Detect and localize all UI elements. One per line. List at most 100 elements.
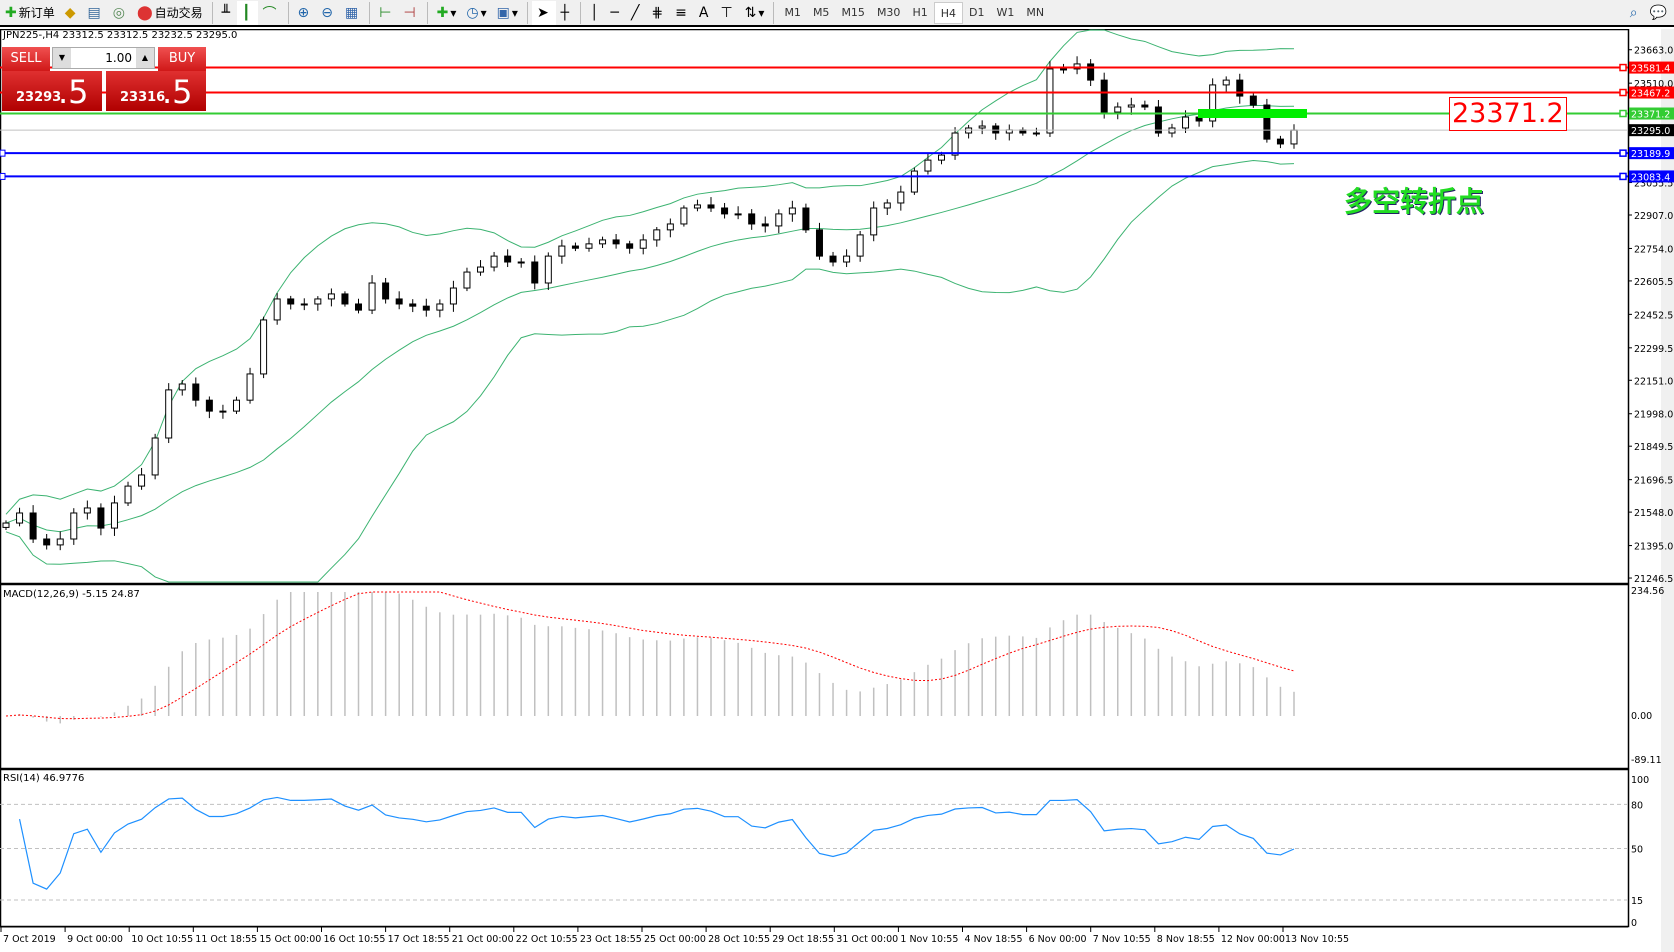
chart-shift-button[interactable]: ⊢ <box>374 1 398 25</box>
timeframe-w1[interactable]: W1 <box>990 2 1020 24</box>
signals-button[interactable]: ◎ <box>108 1 132 25</box>
candle <box>748 209 756 230</box>
sell-button[interactable]: SELL <box>2 47 50 71</box>
buy-price-tile[interactable]: 23316 .5 <box>106 71 206 111</box>
candle-body <box>219 410 227 413</box>
candle-body <box>748 213 756 225</box>
candlestick-button[interactable]: ┃ <box>237 0 258 25</box>
indicators-icon: ✚ <box>436 4 449 21</box>
candle <box>260 316 268 379</box>
tile-windows-button[interactable]: ▦ <box>340 1 365 25</box>
pivot-annotation[interactable]: 多空转折点 <box>1344 180 1484 220</box>
candle <box>192 377 200 407</box>
candle-body <box>151 437 159 476</box>
toolbar: ✚ 新订单 ◆ ▤ ◎ ⬤ 自动交易 ╨ ┃ ⌒ ⊕ ⊖ ▦ ⊢ ⊣ ✚ ▾ ◷ ▾ ▣… <box>0 0 1674 27</box>
candle-body <box>300 303 308 306</box>
candle-body <box>1290 129 1298 145</box>
candle-body <box>856 234 864 257</box>
candle-body <box>653 229 661 241</box>
fibonacci-button[interactable]: ⋕ <box>646 1 670 25</box>
timeframe-m30[interactable]: M30 <box>871 2 907 24</box>
price-tag-23467.2: 23467.2 <box>1631 89 1670 100</box>
line-chart-button[interactable]: ⌒ <box>258 1 284 25</box>
candle-body <box>1154 106 1162 134</box>
candle <box>1127 97 1135 115</box>
timeframe-m1[interactable]: M1 <box>778 2 807 24</box>
candle-body <box>287 298 295 305</box>
horizontal-line-button[interactable]: ─ <box>606 1 626 25</box>
cursor-button[interactable]: ➤ <box>531 0 556 25</box>
candle-body <box>355 303 363 311</box>
timeframe-h1[interactable]: H1 <box>906 2 933 24</box>
candle-body <box>1100 79 1108 113</box>
candle <box>1209 78 1217 128</box>
macd-tick-label: 0.00 <box>1631 711 1652 722</box>
fibo-lines-button[interactable]: ≡ <box>670 1 694 25</box>
zoom-out-button[interactable]: ⊖ <box>316 1 340 25</box>
indicators-button[interactable]: ✚ ▾ <box>432 1 462 25</box>
search-icon: ⌕ <box>1629 4 1638 21</box>
vertical-line-button[interactable]: │ <box>585 1 605 25</box>
price-tick-label: 21246.5 <box>1634 574 1673 585</box>
timeframe-mn[interactable]: MN <box>1020 2 1050 24</box>
price-label-23371[interactable]: 23371.2 <box>1449 97 1567 131</box>
lot-size-input[interactable]: 1.00 <box>71 48 136 68</box>
bollinger-lower-band <box>5 159 1295 583</box>
new-order-icon: ✚ <box>5 4 17 21</box>
periods-button[interactable]: ◷ ▾ <box>461 1 491 25</box>
candle-body <box>382 282 390 300</box>
candle-body <box>829 255 837 263</box>
zoom-in-button[interactable]: ⊕ <box>293 1 317 25</box>
chat-button[interactable]: 💬 <box>1645 1 1674 25</box>
candle <box>273 293 281 325</box>
lot-increase-button[interactable]: ▲ <box>136 48 154 68</box>
lot-size-stepper[interactable]: ▼ 1.00 ▲ <box>52 47 155 69</box>
rsi-tick-label: 50 <box>1631 845 1643 856</box>
candle <box>395 291 403 310</box>
history-button[interactable]: ◆ <box>60 1 83 25</box>
crosshair-button[interactable]: ┼ <box>556 1 576 25</box>
arrows-button[interactable]: ⇅ ▾ <box>740 1 770 25</box>
candle-body <box>2 522 10 528</box>
templates-icon: ▣ <box>496 4 510 21</box>
text-label-button[interactable]: ⊤ <box>715 1 739 25</box>
candle <box>504 249 512 268</box>
timeframe-d1[interactable]: D1 <box>963 2 990 24</box>
templates-button[interactable]: ▣ ▾ <box>492 1 523 25</box>
candle-body <box>693 204 701 209</box>
timeframe-m5[interactable]: M5 <box>807 2 836 24</box>
candle-body <box>1046 68 1054 134</box>
autoscroll-button[interactable]: ⊣ <box>398 1 422 25</box>
candle-body <box>639 239 647 249</box>
trendline-button[interactable]: ╱ <box>626 1 646 25</box>
candle-body <box>273 298 281 321</box>
search-button[interactable]: ⌕ <box>1625 1 1645 25</box>
candle <box>666 218 674 238</box>
candle-body <box>341 293 349 305</box>
lot-decrease-button[interactable]: ▼ <box>53 48 71 68</box>
candle-body <box>436 303 444 311</box>
auto-trading-button[interactable]: ⬤ 自动交易 <box>132 1 208 25</box>
candle-body <box>897 191 905 204</box>
candle <box>843 249 851 268</box>
candle <box>205 396 213 419</box>
price-tick-label: 22151.0 <box>1634 376 1673 387</box>
line-handle <box>1619 109 1627 118</box>
candle <box>436 299 444 318</box>
time-label: 22 Oct 10:55 <box>516 934 578 945</box>
bar-chart-button[interactable]: ╨ <box>217 1 237 25</box>
chart-canvas[interactable]: 23663.023510.023055.522907.022754.022605… <box>0 29 1674 952</box>
price-tick-label: 21395.0 <box>1634 542 1673 553</box>
data-window-button[interactable]: ▤ <box>83 1 108 25</box>
candle <box>1276 135 1284 149</box>
candle <box>870 201 878 242</box>
candle-body <box>70 512 78 540</box>
sell-price-tile[interactable]: 23293 .5 <box>2 71 102 111</box>
timeframe-m15[interactable]: M15 <box>835 2 871 24</box>
new-order-button[interactable]: ✚ 新订单 <box>0 1 60 25</box>
timeframe-h4[interactable]: H4 <box>933 1 963 24</box>
candle-body <box>16 512 24 524</box>
buy-button[interactable]: BUY <box>158 47 206 71</box>
text-button[interactable]: A <box>694 1 716 25</box>
candle-body <box>734 213 742 216</box>
